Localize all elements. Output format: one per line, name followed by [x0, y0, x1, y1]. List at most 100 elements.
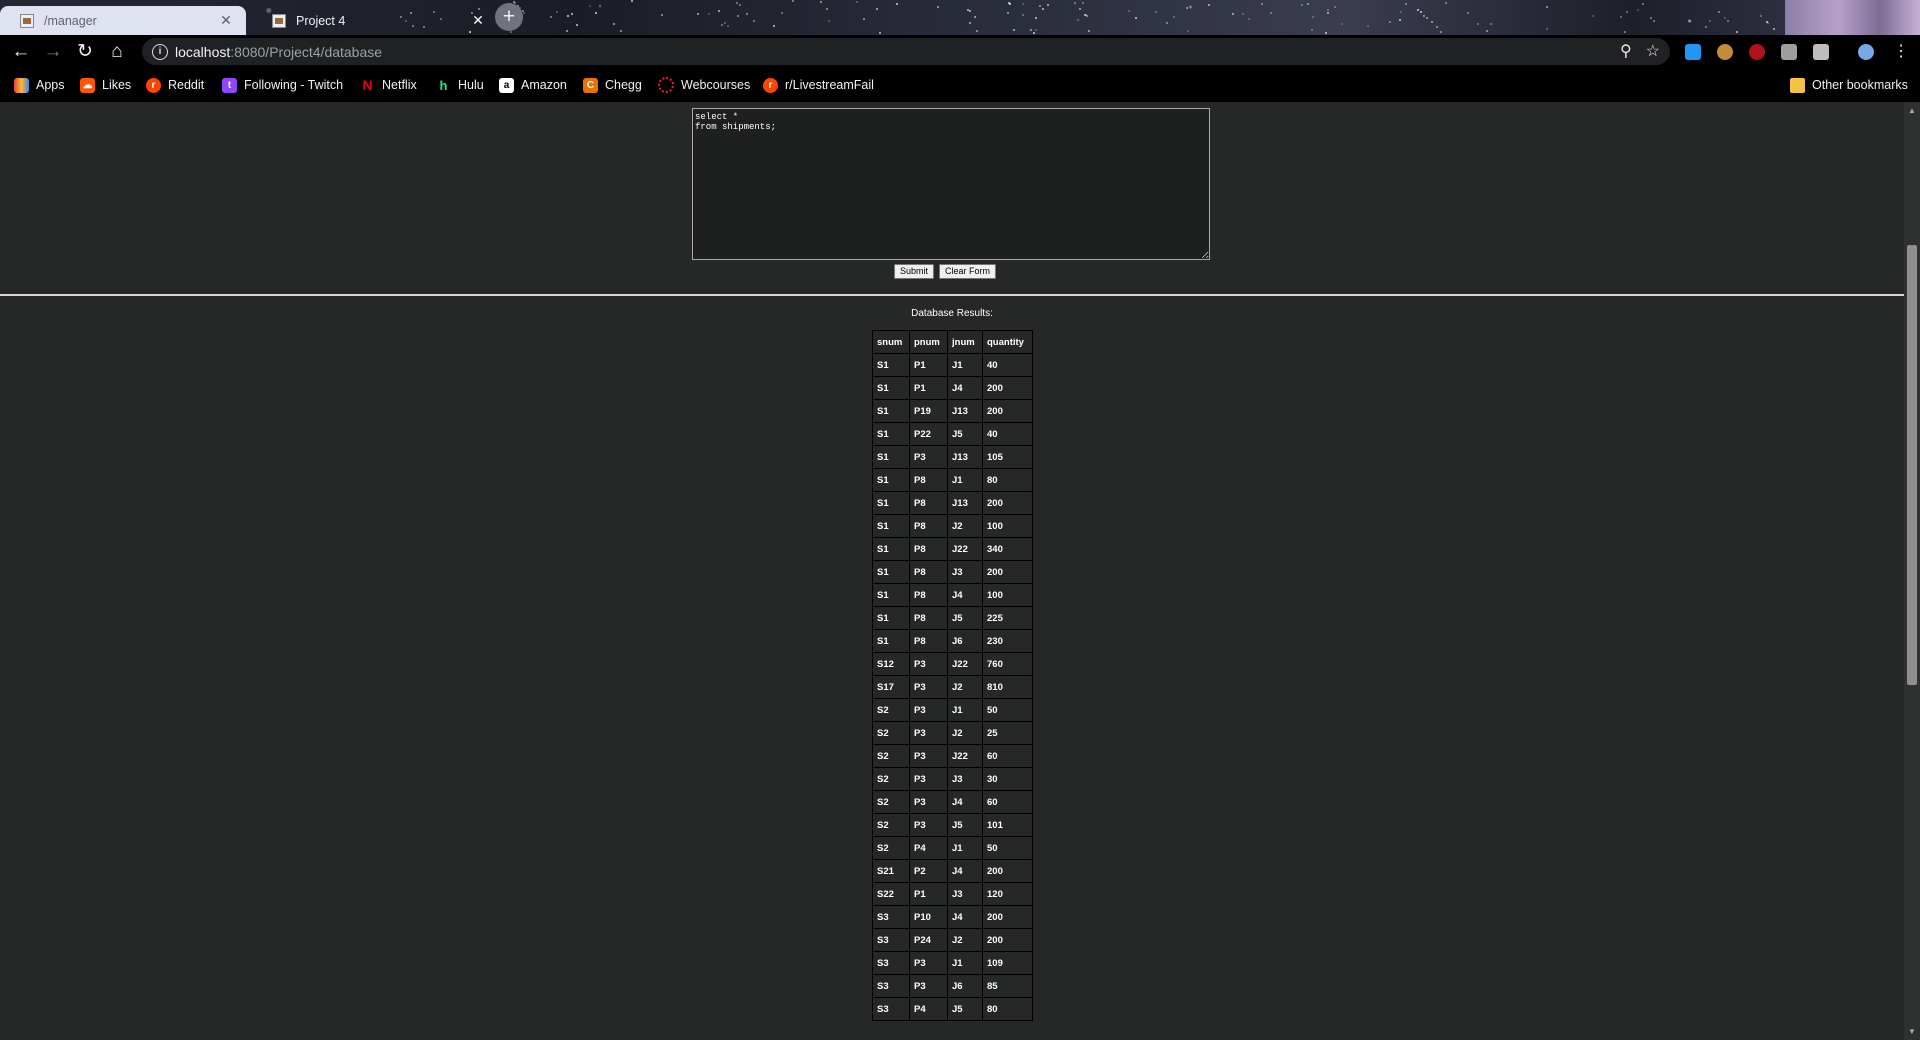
- cell-quantity: 60: [982, 744, 1033, 768]
- star-decoration: [523, 11, 526, 14]
- apps-grid-icon: [14, 77, 29, 93]
- star-decoration: [1327, 9, 1330, 12]
- star-decoration: [1435, 25, 1438, 28]
- bookmark-chegg[interactable]: C Chegg: [583, 76, 642, 94]
- cell-snum: S21: [872, 859, 910, 883]
- star-decoration: [1261, 2, 1264, 5]
- bookmark-livestreamfail[interactable]: r r/LivestreamFail: [763, 76, 874, 94]
- star-decoration: [570, 12, 573, 15]
- bookmark-other[interactable]: Other bookmarks: [1790, 76, 1908, 94]
- close-tab-icon[interactable]: ✕: [470, 12, 486, 29]
- cell-pnum: P3: [909, 951, 948, 975]
- star-decoration: [863, 18, 866, 21]
- star-decoration: [1029, 28, 1032, 31]
- bookmark-webcourses[interactable]: Webcourses: [658, 76, 750, 94]
- star-decoration: [724, 22, 727, 25]
- star-decoration: [973, 16, 976, 19]
- sql-query-textarea[interactable]: [692, 108, 1210, 260]
- bookmark-star-icon[interactable]: ☆: [1646, 41, 1660, 61]
- star-decoration: [595, 12, 598, 15]
- column-header-snum: snum: [872, 330, 910, 354]
- cell-jnum: J1: [947, 836, 983, 860]
- scroll-up-arrow-icon[interactable]: ▲: [1908, 106, 1916, 115]
- tab-manager[interactable]: /manager ✕: [0, 6, 246, 35]
- zoom-magnifier-icon[interactable]: ⚲: [1620, 41, 1632, 61]
- cell-snum: S3: [872, 928, 910, 952]
- cell-quantity: 200: [982, 905, 1033, 929]
- home-icon[interactable]: ⌂: [104, 39, 130, 65]
- star-decoration: [726, 24, 729, 27]
- cell-snum: S1: [872, 491, 910, 515]
- cell-snum: S1: [872, 606, 910, 630]
- bookmark-netflix[interactable]: N Netflix: [360, 76, 416, 94]
- vertical-scrollbar[interactable]: ▲ ▼: [1904, 102, 1920, 1040]
- star-decoration: [1546, 27, 1549, 30]
- star-decoration: [1134, 17, 1137, 20]
- cell-snum: S2: [872, 836, 910, 860]
- extension-face-icon[interactable]: [1717, 44, 1733, 60]
- tab-strip: /manager ✕ Project 4 ✕ +: [0, 0, 1920, 35]
- star-decoration: [745, 13, 748, 16]
- bookmark-twitch[interactable]: t Following - Twitch: [222, 76, 343, 94]
- site-info-icon[interactable]: i: [152, 44, 168, 60]
- clear-form-button[interactable]: Clear Form: [939, 264, 997, 279]
- star-decoration: [1399, 19, 1402, 22]
- table-row: S3 P24 J2 200: [872, 928, 1033, 952]
- back-arrow-icon[interactable]: ←: [8, 39, 34, 65]
- star-decoration: [878, 32, 881, 35]
- star-decoration: [752, 20, 755, 23]
- close-tab-icon[interactable]: ✕: [218, 12, 234, 29]
- amazon-icon: a: [499, 77, 514, 93]
- bookmark-apps[interactable]: Apps: [14, 76, 65, 94]
- star-decoration: [1476, 22, 1479, 25]
- table-row: S1 P8 J22 340: [872, 537, 1033, 561]
- star-decoration: [1718, 10, 1721, 13]
- extension-calendar-icon[interactable]: [1685, 44, 1701, 60]
- menu-kebab-icon[interactable]: ⋮: [1888, 39, 1914, 65]
- bookmark-amazon[interactable]: a Amazon: [499, 76, 567, 94]
- bookmark-hulu[interactable]: h Hulu: [436, 76, 484, 94]
- cell-jnum: J3: [947, 560, 983, 584]
- star-decoration: [1327, 11, 1330, 14]
- bookmark-likes[interactable]: ☁ Likes: [80, 76, 131, 94]
- forward-arrow-icon[interactable]: →: [40, 39, 66, 65]
- reload-icon[interactable]: ↻: [72, 39, 98, 65]
- table-row: S1 P22 J5 40: [872, 422, 1033, 446]
- star-decoration: [1312, 16, 1315, 19]
- cell-quantity: 200: [982, 491, 1033, 515]
- star-decoration: [1022, 14, 1024, 17]
- bookmark-reddit[interactable]: r Reddit: [146, 76, 204, 94]
- tab-project4[interactable]: Project 4 ✕: [252, 6, 498, 35]
- cell-pnum: P3: [909, 721, 948, 745]
- tomcat-favicon-icon: [20, 13, 34, 28]
- star-decoration: [1431, 21, 1434, 24]
- submit-button[interactable]: Submit: [893, 264, 934, 279]
- ublock-origin-icon[interactable]: [1749, 44, 1765, 60]
- scroll-down-arrow-icon[interactable]: ▼: [1908, 1027, 1916, 1036]
- profile-avatar-icon[interactable]: [1858, 44, 1874, 60]
- url-text[interactable]: localhost:8080/Project4/database: [175, 44, 382, 60]
- star-decoration: [1404, 3, 1407, 6]
- cell-snum: S1: [872, 353, 910, 377]
- cell-jnum: J2: [947, 675, 983, 699]
- new-tab-button[interactable]: +: [495, 3, 523, 31]
- cell-pnum: P22: [909, 422, 948, 446]
- cell-pnum: P3: [909, 675, 948, 699]
- tab-title: /manager: [44, 13, 97, 28]
- scrollbar-thumb[interactable]: [1907, 245, 1917, 685]
- cell-pnum: P3: [909, 974, 948, 998]
- cell-pnum: P1: [909, 882, 948, 906]
- address-bar[interactable]: i localhost:8080/Project4/database ⚲ ☆: [142, 38, 1670, 65]
- cell-pnum: P4: [909, 836, 948, 860]
- cell-jnum: J3: [947, 767, 983, 791]
- horizontal-rule: [0, 294, 1904, 296]
- star-decoration: [895, 2, 898, 5]
- cell-quantity: 340: [982, 537, 1033, 561]
- extension-window-icon[interactable]: [1813, 44, 1829, 60]
- star-decoration: [1400, 10, 1403, 13]
- star-decoration: [1012, 29, 1015, 32]
- cell-quantity: 25: [982, 721, 1033, 745]
- cell-jnum: J2: [947, 514, 983, 538]
- extension-chat-icon[interactable]: [1781, 44, 1797, 60]
- cell-snum: S3: [872, 974, 910, 998]
